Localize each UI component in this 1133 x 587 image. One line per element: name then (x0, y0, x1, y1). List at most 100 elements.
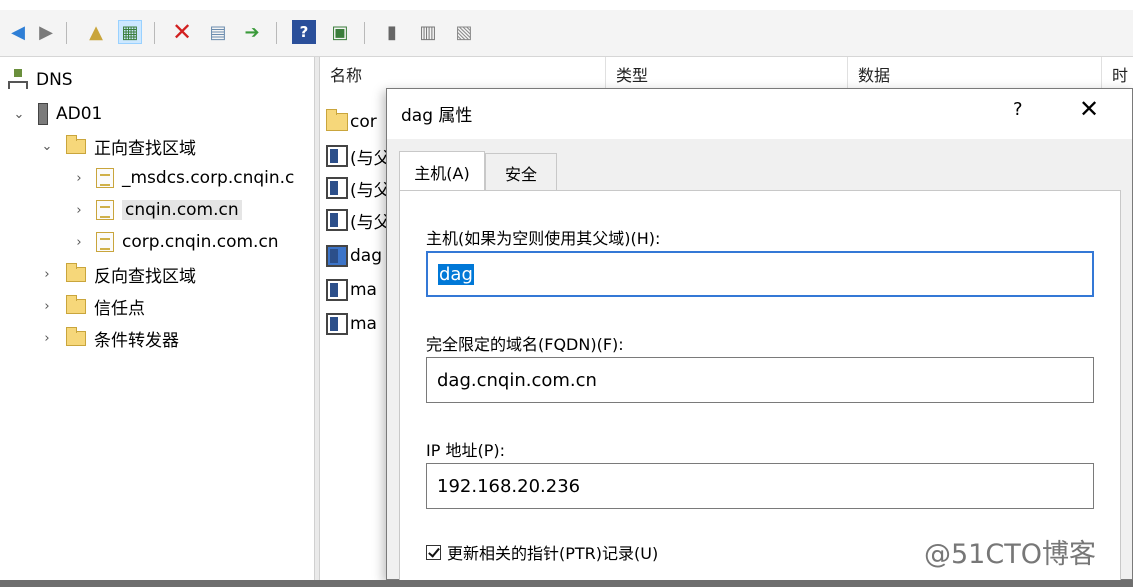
tree-node-zone-selected[interactable]: › cnqin.com.cn (68, 195, 242, 225)
tree-node-reverse-zones[interactable]: › 反向查找区域 (36, 259, 196, 289)
host-input-value: dag (438, 263, 474, 285)
zone-icon (96, 200, 114, 220)
list-item-selected[interactable]: dag (326, 241, 382, 271)
tree-label: 反向查找区域 (94, 266, 196, 287)
tree-node-zone[interactable]: › _msdcs.corp.cnqin.c (68, 163, 294, 193)
host-input[interactable]: dag (426, 251, 1094, 297)
tree-label: _msdcs.corp.cnqin.c (122, 168, 295, 188)
properties-dialog: dag 属性 ? ✕ 主机(A) 安全 主机(如果为空则使用其父域)(H): d… (386, 88, 1133, 581)
tree-node-server[interactable]: ⌄ AD01 (8, 99, 102, 129)
chevron-down-icon[interactable]: ⌄ (8, 107, 30, 122)
list-item[interactable]: (与父 (326, 173, 391, 203)
ptr-checkbox-label: 更新相关的指针(PTR)记录(U) (447, 544, 659, 563)
show-hide-tree-icon[interactable]: ▦ (118, 20, 142, 44)
list-item-label: (与父 (350, 180, 391, 201)
clipboard-icon[interactable]: ▧ (452, 20, 476, 44)
list-item[interactable]: (与父 (326, 141, 391, 171)
tree-label: AD01 (56, 104, 103, 124)
toolbar-separator (364, 22, 365, 44)
toolbar: ◀ ▶ ▲ ▦ ✕ ▤ ➔ ? ▣ ▮ ▥ ▧ (0, 10, 1133, 57)
forward-icon[interactable]: ▶ (34, 20, 58, 44)
list-item[interactable]: ma (326, 309, 377, 339)
zone-icon (96, 168, 114, 188)
record-icon (326, 245, 348, 267)
record-icon (326, 177, 348, 199)
fqdn-label: 完全限定的域名(FQDN)(F): (426, 335, 624, 354)
folder-icon (326, 109, 348, 131)
list-item-label: (与父 (350, 148, 391, 169)
record-icon (326, 313, 348, 335)
list-item[interactable]: cor (326, 107, 377, 137)
chevron-right-icon[interactable]: › (68, 235, 90, 250)
fqdn-field[interactable]: dag.cnqin.com.cn (426, 357, 1094, 403)
server-icon[interactable]: ▮ (380, 20, 404, 44)
export-icon[interactable]: ➔ (240, 20, 264, 44)
close-button[interactable]: ✕ (1079, 95, 1099, 123)
list-item-label: dag (350, 246, 382, 266)
checkbox-checked-icon[interactable] (426, 544, 441, 560)
tree-label: DNS (36, 70, 73, 90)
chevron-right-icon[interactable]: › (36, 299, 58, 314)
server-icon (38, 103, 48, 125)
console-icon[interactable]: ▣ (328, 20, 352, 44)
chevron-right-icon[interactable]: › (36, 331, 58, 346)
chevron-right-icon[interactable]: › (68, 203, 90, 218)
dialog-title: dag 属性 (401, 106, 473, 126)
record-icon (326, 279, 348, 301)
list-item-label: (与父 (350, 212, 391, 233)
delete-icon[interactable]: ✕ (170, 18, 194, 46)
chevron-down-icon[interactable]: ⌄ (36, 139, 58, 154)
tree-label: 信任点 (94, 298, 145, 319)
list-item-label: ma (350, 314, 377, 334)
ip-address-value: 192.168.20.236 (437, 475, 581, 497)
folder-icon (66, 262, 86, 282)
help-button[interactable]: ? (1013, 99, 1023, 120)
list-item-label: cor (350, 112, 377, 132)
folder-icon (66, 134, 86, 154)
toolbar-separator (154, 22, 155, 44)
ip-address-input[interactable]: 192.168.20.236 (426, 463, 1094, 509)
tree-node-forward-zones[interactable]: ⌄ 正向查找区域 (36, 131, 196, 161)
tree-label: 正向查找区域 (94, 138, 196, 159)
list-item[interactable]: ma (326, 275, 377, 305)
properties-icon[interactable]: ▤ (206, 20, 230, 44)
dialog-title-bar[interactable]: dag 属性 ? ✕ (387, 89, 1132, 139)
fqdn-value: dag.cnqin.com.cn (437, 369, 597, 391)
tree-node-dns[interactable]: DNS (8, 65, 73, 95)
ip-address-label: IP 地址(P): (426, 441, 505, 460)
tree-node-zone[interactable]: › corp.cnqin.com.cn (68, 227, 279, 257)
toolbar-separator (66, 22, 67, 44)
column-header-type[interactable]: 类型 (606, 57, 848, 91)
column-header-data[interactable]: 数据 (848, 57, 1102, 91)
ptr-checkbox[interactable]: 更新相关的指针(PTR)记录(U) (426, 540, 658, 564)
watermark: @51CTO博客 (924, 539, 1096, 570)
list-item[interactable]: (与父 (326, 205, 391, 235)
dns-icon (8, 69, 28, 91)
tree-node-conditional-forwarders[interactable]: › 条件转发器 (36, 323, 179, 353)
tab-security[interactable]: 安全 (485, 153, 557, 191)
record-icon (326, 145, 348, 167)
folder-icon (66, 294, 86, 314)
help-icon[interactable]: ? (292, 20, 316, 44)
host-label: 主机(如果为空则使用其父域)(H): (426, 229, 661, 248)
record-icon (326, 209, 348, 231)
tree-label: cnqin.com.cn (122, 200, 242, 220)
folder-icon (66, 326, 86, 346)
column-header-timestamp[interactable]: 时 (1102, 57, 1133, 91)
column-header-name[interactable]: 名称 (320, 57, 606, 91)
window-bottom-border (0, 580, 1133, 587)
zone-icon (96, 232, 114, 252)
chevron-right-icon[interactable]: › (68, 171, 90, 186)
list-icon[interactable]: ▥ (416, 20, 440, 44)
toolbar-separator (276, 22, 277, 44)
tab-panel-host: 主机(如果为空则使用其父域)(H): dag 完全限定的域名(FQDN)(F):… (399, 190, 1121, 581)
list-item-label: ma (350, 280, 377, 300)
tab-host[interactable]: 主机(A) (399, 151, 485, 191)
tree-label: corp.cnqin.com.cn (122, 232, 279, 252)
chevron-right-icon[interactable]: › (36, 267, 58, 282)
up-folder-icon[interactable]: ▲ (84, 20, 108, 44)
console-tree: DNS ⌄ AD01 ⌄ 正向查找区域 › _msdcs.corp.cnqin.… (0, 57, 314, 580)
tree-node-trust-points[interactable]: › 信任点 (36, 291, 145, 321)
tree-label: 条件转发器 (94, 330, 179, 351)
back-icon[interactable]: ◀ (6, 20, 30, 44)
